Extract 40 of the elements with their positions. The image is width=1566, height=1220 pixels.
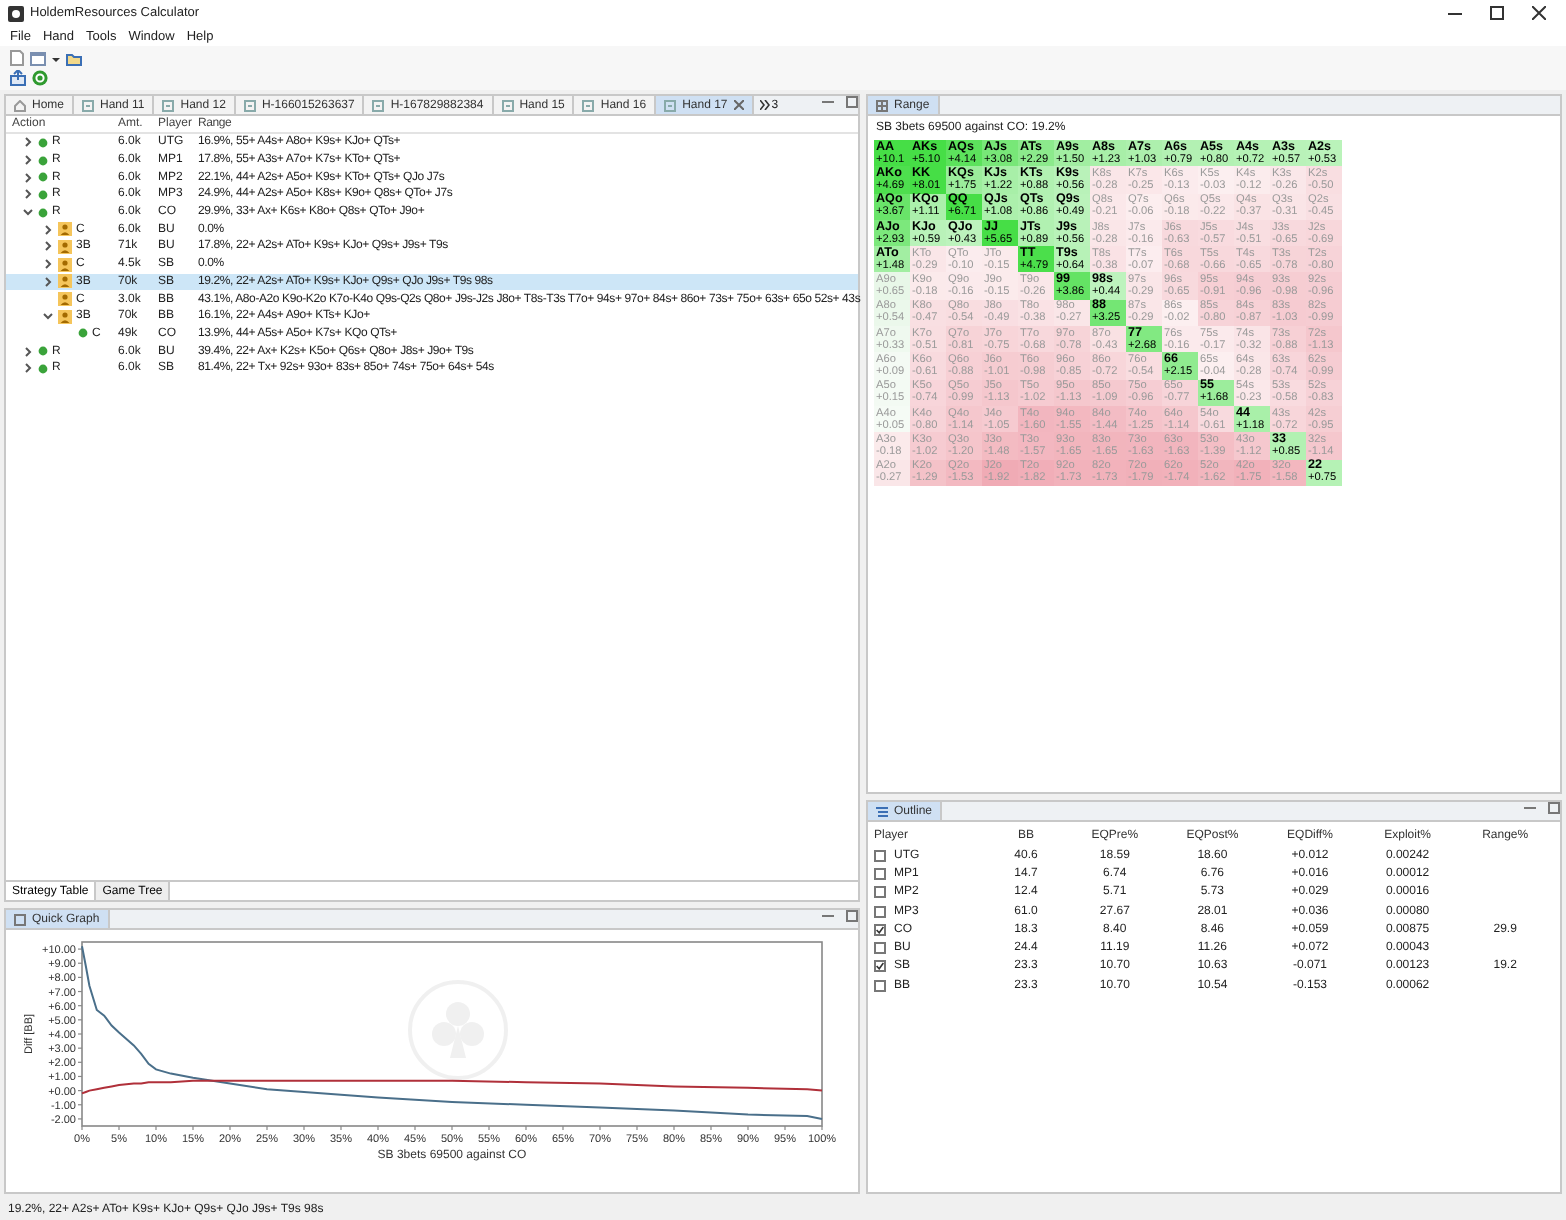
club-drawing — [408, 980, 508, 1080]
hand-icon — [372, 99, 385, 111]
app-icon — [8, 5, 24, 21]
dot-icon — [78, 328, 88, 339]
checkbox[interactable] — [874, 867, 886, 880]
hand-icon — [82, 99, 95, 111]
checkbox[interactable] — [874, 923, 886, 936]
grid-icon — [876, 99, 888, 111]
hand-icon — [501, 99, 514, 111]
dot-icon — [38, 207, 48, 218]
checkbox[interactable] — [874, 886, 886, 899]
export-icon[interactable] — [10, 70, 26, 86]
checkbox[interactable] — [874, 960, 886, 973]
dot-icon — [38, 137, 48, 148]
new-file-icon[interactable] — [10, 50, 24, 66]
dot-icon — [38, 346, 48, 357]
folder-icon[interactable] — [66, 51, 82, 65]
hand-icon — [243, 99, 256, 111]
close-icon[interactable] — [1532, 6, 1546, 20]
dot-icon — [38, 363, 48, 374]
run-icon[interactable] — [32, 70, 48, 86]
check-icon — [876, 925, 884, 934]
checkbox[interactable] — [874, 942, 886, 955]
checkbox[interactable] — [874, 849, 886, 862]
chevron-icon[interactable] — [759, 100, 770, 110]
checkbox[interactable] — [874, 979, 886, 992]
check-icon — [876, 962, 884, 971]
maximize-icon[interactable] — [1490, 6, 1504, 20]
window-icon[interactable] — [30, 51, 46, 65]
dot-icon — [38, 155, 48, 166]
dot-icon — [38, 189, 48, 200]
checkbox[interactable] — [874, 905, 886, 918]
hand-icon — [582, 99, 595, 111]
dot-icon — [38, 172, 48, 183]
outline-icon — [876, 805, 888, 817]
house-icon — [14, 99, 26, 111]
hand-icon — [664, 99, 677, 111]
chevron-icon[interactable] — [42, 310, 54, 323]
chart-icon — [14, 913, 26, 925]
hand-icon — [162, 99, 175, 111]
